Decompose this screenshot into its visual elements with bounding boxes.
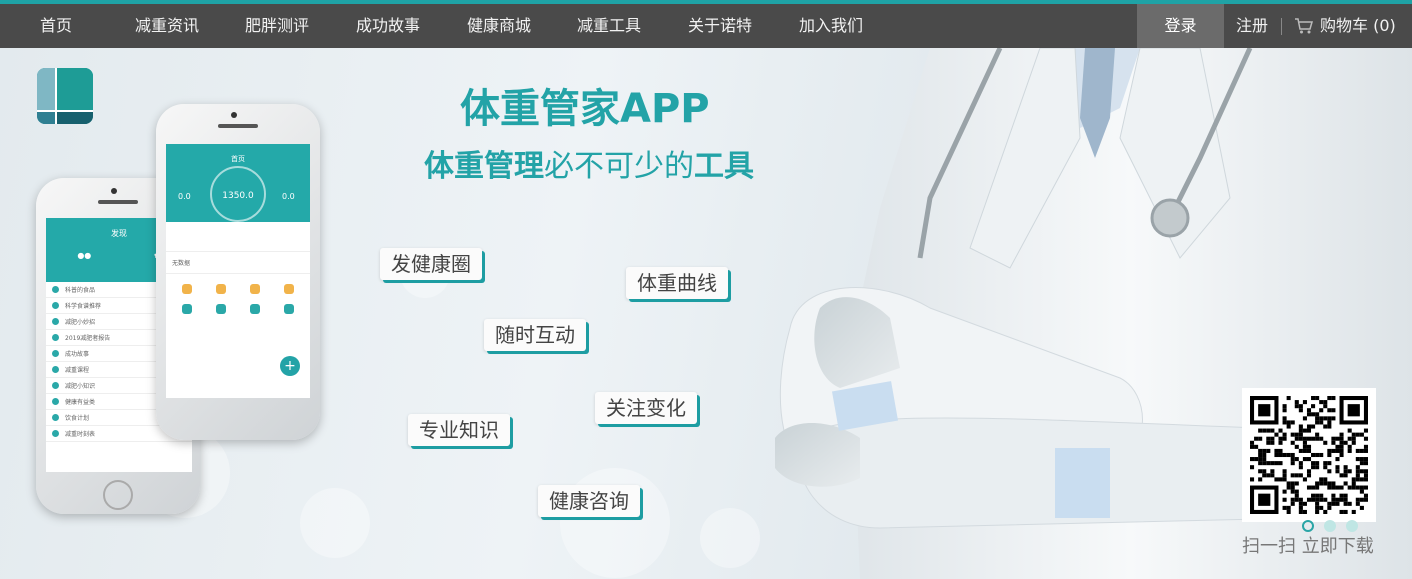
nav-weight-loss-news[interactable]: 减重资讯 [135,4,199,48]
phone-front: 首页 1350.0 0.0 0.0 无数据 + [156,104,320,440]
nav-weight-loss-tools[interactable]: 减重工具 [577,4,641,48]
menu-dot-icon [52,366,59,373]
main-nav: 首页 减重资讯 肥胖测评 成功故事 健康商城 减重工具 关于诺特 加入我们 登录… [0,4,1412,48]
cart-label: 购物车 (0) [1320,16,1396,35]
nav-obesity-assessment[interactable]: 肥胖测评 [245,4,309,48]
nav-about[interactable]: 关于诺特 [688,4,752,48]
phone-front-screen: 首页 1350.0 0.0 0.0 无数据 + [166,144,310,398]
tag-track-changes[interactable]: 关注变化 [595,392,697,424]
feature-icon[interactable] [250,304,260,314]
nav-home[interactable]: 首页 [40,4,72,48]
intake-value: 0.0 [178,192,191,201]
menu-dot-icon [52,318,59,325]
calorie-value: 1350.0 [222,191,254,201]
phone-camera [231,112,237,118]
feature-icon[interactable] [182,284,192,294]
cart-link[interactable]: 购物车 (0) [1294,4,1396,48]
register-link[interactable]: 注册 [1236,4,1268,48]
qr-code-icon [1250,396,1368,514]
tag-professional-knowledge[interactable]: 专业知识 [408,414,510,446]
feature-icon[interactable] [284,284,294,294]
phone-front-stats [166,222,310,252]
nav-join-us[interactable]: 加入我们 [799,4,863,48]
phone-speaker [218,124,258,128]
phone-home-button [103,480,133,510]
menu-dot-icon [52,334,59,341]
subline-strong-2: 工具 [694,149,754,184]
nav-divider [1281,18,1282,35]
phone-front-header: 首页 1350.0 0.0 0.0 [166,144,310,222]
tag-interaction[interactable]: 随时互动 [484,319,586,351]
hero-banner: 发现 ●● ✿ 科普的食品 科学食谱推荐 减肥小妙招 2019减肥者报告 成功故… [0,48,1412,579]
nav-success-stories[interactable]: 成功故事 [356,4,420,48]
feature-icon[interactable] [216,304,226,314]
subline-strong-1: 体重管理 [424,149,544,184]
friends-icon: ●● [77,251,92,260]
login-button[interactable]: 登录 [1137,4,1224,48]
menu-dot-icon [52,430,59,437]
carousel-dot[interactable] [1346,520,1358,532]
menu-dot-icon [52,382,59,389]
phone-camera [111,188,117,194]
tag-post-health-circle[interactable]: 发健康圈 [380,248,482,280]
phone-front-title: 首页 [231,155,245,163]
menu-dot-icon [52,414,59,421]
feature-icon[interactable] [216,284,226,294]
feature-icon[interactable] [284,304,294,314]
weight-row[interactable]: 无数据 [166,252,310,274]
banner-headline: 体重管家APP [460,86,710,132]
add-icon[interactable]: + [280,356,300,376]
weight-value: 无数据 [172,260,191,267]
subline-light: 必不可少的 [544,149,694,184]
burn-value: 0.0 [282,192,295,201]
carousel-dot[interactable] [1302,520,1314,532]
download-qr-code [1242,388,1376,522]
app-logo [37,68,93,124]
qr-caption: 扫一扫 立即下载 [1242,536,1374,557]
banner-subline: 体重管理必不可少的工具 [424,141,754,185]
phone-speaker [98,200,138,204]
cart-icon [1295,18,1313,34]
feature-grid [166,274,310,324]
menu-dot-icon [52,398,59,405]
carousel-dots [1302,520,1358,532]
nav-health-mall[interactable]: 健康商城 [467,4,531,48]
menu-dot-icon [52,302,59,309]
menu-dot-icon [52,350,59,357]
menu-dot-icon [52,286,59,293]
tag-health-consultation[interactable]: 健康咨询 [538,485,640,517]
calorie-ring: 1350.0 [210,166,266,222]
feature-icon[interactable] [182,304,192,314]
feature-icon[interactable] [250,284,260,294]
carousel-dot[interactable] [1324,520,1336,532]
tag-weight-curve[interactable]: 体重曲线 [626,267,728,299]
